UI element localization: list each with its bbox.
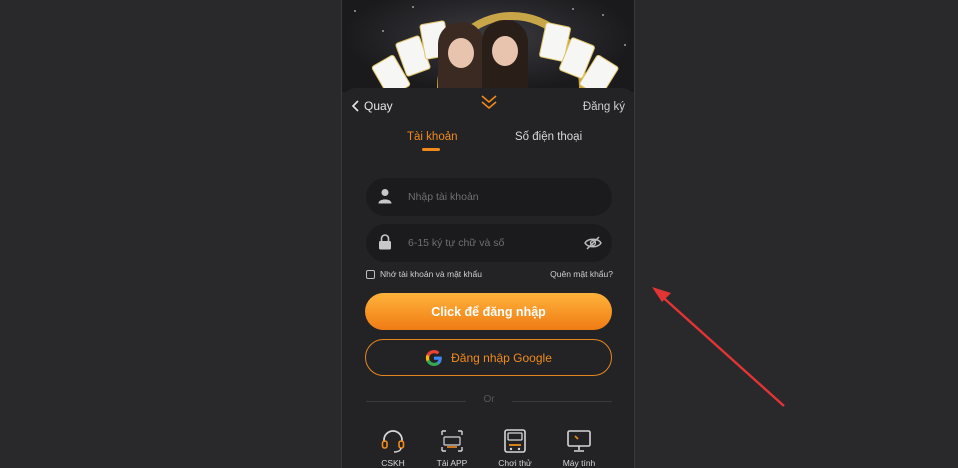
google-login-label: Đăng nhập Google [451,350,552,365]
nav-item-trial[interactable]: Chơi thử [490,428,540,468]
nav-item-cskh[interactable]: CSKH [368,428,418,468]
nav-item-label: CSKH [381,458,405,468]
headset-icon [381,430,405,453]
register-link[interactable]: Đăng ký [583,101,625,113]
google-login-button[interactable]: Đăng nhập Google [365,339,612,376]
banner-model [482,20,528,92]
username-input[interactable] [408,178,578,216]
back-label: Quay [364,99,393,113]
eye-off-icon[interactable] [584,235,602,251]
password-input[interactable] [408,224,578,262]
lock-icon [379,234,391,250]
panel-topbar: Quay Đăng ký [342,88,634,128]
computer-icon [567,430,591,452]
login-button[interactable]: Click để đăng nhập [365,293,612,330]
remember-me-label: Nhớ tài khoản và mật khẩu [380,269,482,279]
nav-item-label: Tải APP [436,458,468,468]
checkbox-box[interactable] [366,269,375,279]
google-icon [426,349,442,366]
nav-item-app[interactable]: Tải APP [427,428,477,468]
nav-item-label: Chơi thử [498,458,532,468]
trial-play-icon [504,429,526,453]
bottom-quick-links: CSKH Tải APP Chơi thử Máy tính [342,428,634,468]
nav-item-computer[interactable]: Máy tính [554,428,604,468]
tab-phone[interactable]: Số điện thoại [515,131,582,143]
divider-right [512,401,612,402]
forgot-password-link[interactable]: Quên mật khẩu? [550,269,613,279]
back-button[interactable]: Quay [351,99,393,113]
username-field [366,178,612,216]
remember-me-checkbox[interactable]: Nhớ tài khoản và mật khẩu [366,269,482,279]
or-label: Or [483,394,495,405]
password-field [366,224,612,262]
banner-model [438,22,484,92]
active-tab-indicator [422,148,440,151]
double-chevron-down-icon[interactable] [479,94,499,110]
login-method-tabs: Tài khoản Số điện thoại [342,131,634,155]
tab-account[interactable]: Tài khoản [407,131,458,143]
app-download-icon [441,430,463,452]
user-icon [378,189,392,204]
phone-frame: Quay Đăng ký Tài khoản Số điện thoại Nhậ… [341,0,635,468]
promo-banner [342,0,634,92]
login-panel: Quay Đăng ký Tài khoản Số điện thoại Nhậ… [342,88,634,468]
chevron-left-icon [351,100,359,112]
nav-item-label: Máy tính [562,458,596,468]
